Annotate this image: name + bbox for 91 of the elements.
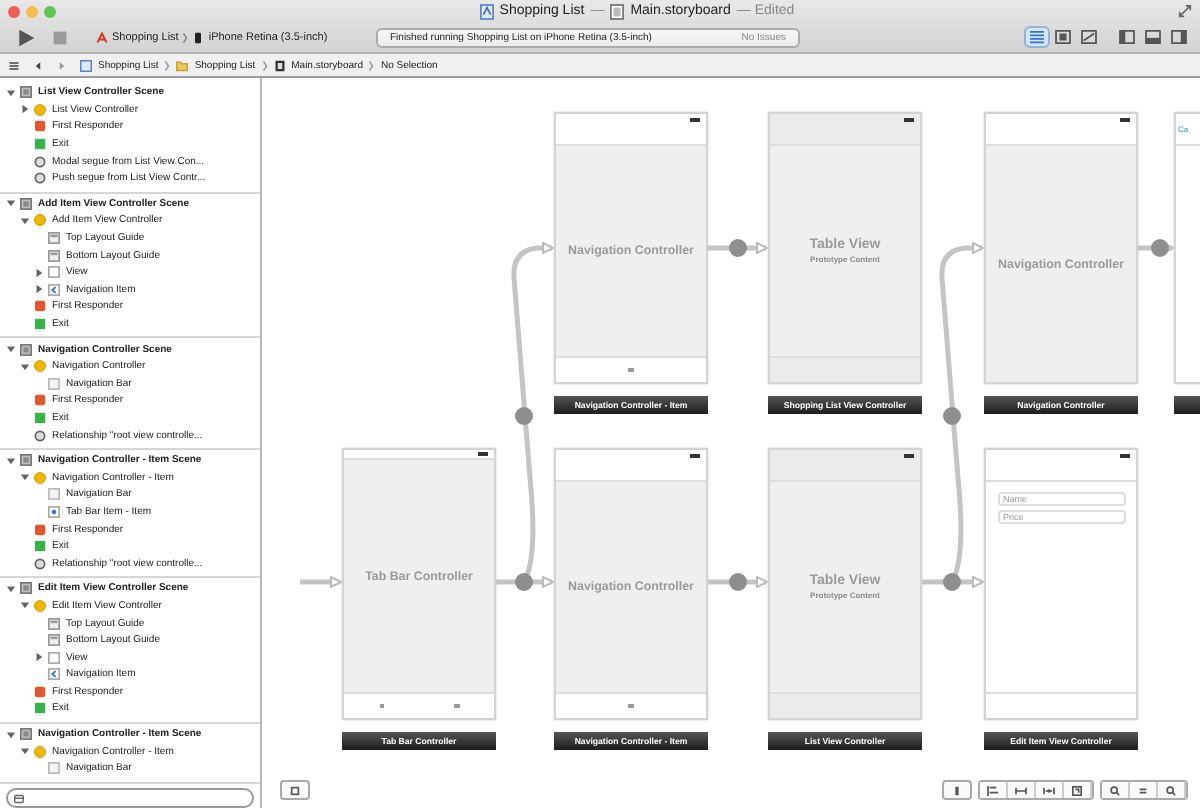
exit-icon [34,411,46,424]
disclosure-triangle[interactable] [20,472,30,483]
disclosure-triangle[interactable] [20,746,30,757]
nav-bar-icon [48,488,60,501]
disclosure-triangle[interactable] [20,104,30,115]
app-target-icon [96,31,108,43]
filter-field[interactable] [6,788,254,808]
align-icon [986,785,1000,795]
nav-item-icon [48,283,60,296]
scene-icon [20,197,32,210]
close-button[interactable] [8,5,20,17]
chevron-icon [261,59,268,71]
responder-icon [34,685,46,698]
back-button[interactable] [32,59,44,71]
controller-icon [34,103,46,116]
align-button[interactable] [980,782,1008,798]
folder-icon [176,59,189,71]
segue-icon [34,557,46,570]
disclosure-triangle[interactable] [20,215,30,226]
nav-bar-icon [48,377,60,390]
responder-icon [34,523,46,536]
standard-editor-button[interactable] [1026,28,1048,46]
pin-icon [1014,785,1028,795]
debug-panel-button[interactable] [1142,28,1164,46]
equals-icon [1136,785,1150,795]
disclosure-triangle[interactable] [6,87,16,98]
responder-icon [34,120,46,133]
resolve-icon [1042,785,1056,795]
dock-button[interactable] [280,780,310,800]
run-button[interactable] [16,27,36,47]
disclosure-triangle[interactable] [20,361,30,372]
scene-icon [20,728,32,741]
disclosure-triangle[interactable] [20,600,30,611]
nav-controller-icon [34,360,46,373]
guide-icon [48,617,60,630]
exit-icon [34,318,46,331]
disclosure-triangle[interactable] [34,267,44,278]
fullscreen-icon[interactable] [1178,4,1192,18]
tab-item-icon [628,703,634,709]
nav-bar-icon [48,762,60,775]
nav-controller-icon [34,745,46,758]
disclosure-triangle[interactable] [6,344,16,355]
disclosure-triangle[interactable] [6,729,16,740]
view-icon [48,651,60,664]
scene-icon [20,582,32,595]
exit-icon [34,138,46,151]
zoom-in-icon [1164,785,1178,795]
bar-icon [950,785,964,795]
size-class-button[interactable] [942,780,972,800]
chevron-icon [182,31,189,43]
disclosure-triangle[interactable] [34,284,44,295]
responder-icon [34,394,46,407]
zoom-out-button[interactable] [1102,782,1130,798]
square-icon [288,785,302,795]
guide-icon [48,232,60,245]
scene-icon [20,86,32,99]
disclosure-triangle[interactable] [6,198,16,209]
related-items-icon[interactable] [8,59,20,71]
nav-item-icon [48,668,60,681]
filter-icon [14,793,24,803]
disclosure-triangle[interactable] [34,652,44,663]
chevron-icon [164,59,171,71]
chevron-icon [368,59,375,71]
controller-icon [34,599,46,612]
zoom-out-icon [1108,785,1122,795]
storyboard-icon [273,59,286,71]
exit-icon [34,702,46,715]
utilities-panel-button[interactable] [1168,28,1190,46]
scene-icon [20,343,32,356]
guide-icon [48,249,60,262]
view-icon [48,266,60,279]
segue-icon [34,429,46,442]
tab-item-icon [454,703,459,709]
responder-icon [34,300,46,313]
project-icon [80,59,92,71]
scene-icon [20,454,32,467]
assistant-editor-button[interactable] [1052,28,1074,46]
disclosure-triangle[interactable] [6,455,16,466]
resize-icon [1070,785,1084,795]
guide-icon [48,634,60,647]
storyboard-icon [610,3,625,19]
disclosure-triangle[interactable] [6,583,16,594]
tab-item-icon [628,367,634,373]
nav-controller-icon [34,471,46,484]
controller-icon [34,214,46,227]
version-editor-button[interactable] [1078,28,1100,46]
navigator-panel-button[interactable] [1116,28,1138,46]
tab-item-icon [48,505,60,518]
project-icon [479,3,494,19]
exit-icon [34,540,46,553]
tab-item-icon [379,703,384,709]
